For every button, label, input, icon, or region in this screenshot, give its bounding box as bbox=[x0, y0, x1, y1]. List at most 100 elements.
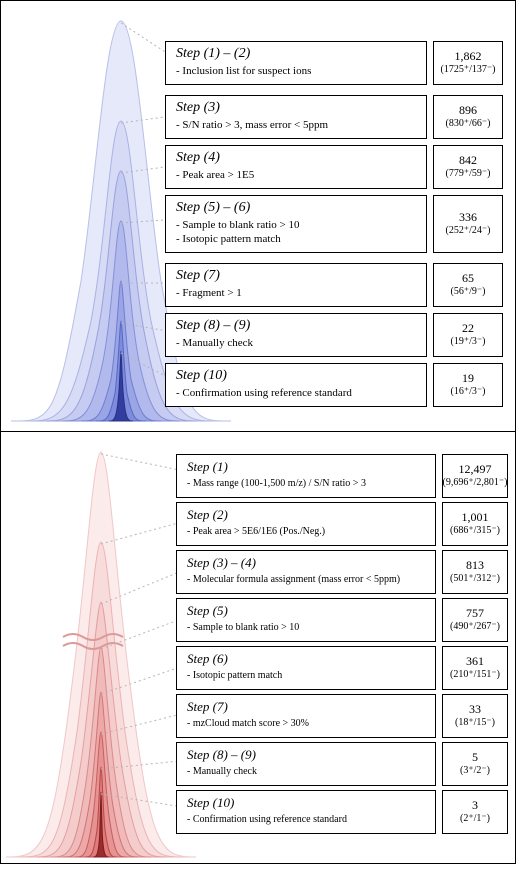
count-total: 3 bbox=[472, 799, 478, 812]
step-title: Step (1) bbox=[187, 459, 425, 475]
step-desc: - S/N ratio > 3, mass error < 5ppm bbox=[176, 118, 416, 132]
step-row-bot-4: Step (5) - Sample to blank ratio > 10 75… bbox=[176, 598, 508, 642]
count-total: 19 bbox=[462, 372, 474, 385]
count-split: (2⁺/1⁻) bbox=[460, 812, 490, 825]
count-total: 22 bbox=[462, 322, 474, 335]
step-box: Step (7) - mzCloud match score > 30% bbox=[176, 694, 436, 738]
step-row-top-4: Step (5) – (6) - Sample to blank ratio >… bbox=[165, 195, 503, 253]
count-split: (686⁺/315⁻) bbox=[450, 524, 500, 537]
step-box: Step (3) - S/N ratio > 3, mass error < 5… bbox=[165, 95, 427, 139]
step-row-top-7: Step (10) - Confirmation using reference… bbox=[165, 363, 503, 407]
step-row-top-1: Step (1) – (2) - Inclusion list for susp… bbox=[165, 41, 503, 85]
count-total: 1,862 bbox=[455, 50, 482, 63]
step-row-bot-3: Step (3) – (4) - Molecular formula assig… bbox=[176, 550, 508, 594]
step-row-bot-8: Step (10) - Confirmation using reference… bbox=[176, 790, 508, 834]
step-title: Step (10) bbox=[187, 795, 425, 811]
count-box: 842 (779⁺/59⁻) bbox=[433, 145, 503, 189]
step-row-top-2: Step (3) - S/N ratio > 3, mass error < 5… bbox=[165, 95, 503, 139]
count-box: 12,497 (9,696⁺/2,801⁻) bbox=[442, 454, 508, 498]
step-desc: - mzCloud match score > 30% bbox=[187, 717, 425, 731]
count-total: 12,497 bbox=[459, 463, 492, 476]
count-total: 813 bbox=[466, 559, 484, 572]
count-split: (16⁺/3⁻) bbox=[451, 385, 486, 398]
count-total: 5 bbox=[472, 751, 478, 764]
count-box: 65 (56⁺/9⁻) bbox=[433, 263, 503, 307]
count-split: (9,696⁺/2,801⁻) bbox=[443, 476, 508, 489]
count-box: 5 (3⁺/2⁻) bbox=[442, 742, 508, 786]
step-title: Step (3) – (4) bbox=[187, 555, 425, 571]
step-title: Step (8) – (9) bbox=[176, 318, 416, 334]
count-split: (1725⁺/137⁻) bbox=[441, 63, 496, 76]
step-row-bot-2: Step (2) - Peak area > 5E6/1E6 (Pos./Neg… bbox=[176, 502, 508, 546]
step-title: Step (6) bbox=[187, 651, 425, 667]
step-desc: - Peak area > 1E5 bbox=[176, 168, 416, 182]
count-split: (252⁺/24⁻) bbox=[446, 224, 491, 237]
count-box: 813 (501⁺/312⁻) bbox=[442, 550, 508, 594]
count-box: 896 (830⁺/66⁻) bbox=[433, 95, 503, 139]
step-row-bot-6: Step (7) - mzCloud match score > 30% 33 … bbox=[176, 694, 508, 738]
count-split: (779⁺/59⁻) bbox=[446, 167, 491, 180]
count-split: (3⁺/2⁻) bbox=[460, 764, 490, 777]
step-box: Step (3) – (4) - Molecular formula assig… bbox=[176, 550, 436, 594]
count-total: 896 bbox=[459, 104, 477, 117]
panel-top: Step (1) – (2) - Inclusion list for susp… bbox=[0, 0, 516, 432]
step-title: Step (10) bbox=[176, 368, 416, 384]
count-split: (18⁺/15⁻) bbox=[455, 716, 495, 729]
count-box: 1,862 (1725⁺/137⁻) bbox=[433, 41, 503, 85]
count-total: 33 bbox=[469, 703, 481, 716]
step-desc: - Peak area > 5E6/1E6 (Pos./Neg.) bbox=[187, 525, 425, 539]
step-box: Step (8) – (9) - Manually check bbox=[176, 742, 436, 786]
step-title: Step (7) bbox=[176, 268, 416, 284]
count-total: 336 bbox=[459, 211, 477, 224]
count-total: 757 bbox=[466, 607, 484, 620]
panel-bottom: Step (1) - Mass range (100-1,500 m/z) / … bbox=[0, 431, 516, 864]
step-title: Step (8) – (9) bbox=[187, 747, 425, 763]
step-box: Step (2) - Peak area > 5E6/1E6 (Pos./Neg… bbox=[176, 502, 436, 546]
count-box: 757 (490⁺/267⁻) bbox=[442, 598, 508, 642]
count-split: (490⁺/267⁻) bbox=[450, 620, 500, 633]
step-box: Step (8) – (9) - Manually check bbox=[165, 313, 427, 357]
count-box: 19 (16⁺/3⁻) bbox=[433, 363, 503, 407]
count-total: 1,001 bbox=[462, 511, 489, 524]
count-box: 336 (252⁺/24⁻) bbox=[433, 195, 503, 253]
step-title: Step (5) bbox=[187, 603, 425, 619]
step-box: Step (4) - Peak area > 1E5 bbox=[165, 145, 427, 189]
count-box: 33 (18⁺/15⁻) bbox=[442, 694, 508, 738]
step-box: Step (5) - Sample to blank ratio > 10 bbox=[176, 598, 436, 642]
step-row-bot-1: Step (1) - Mass range (100-1,500 m/z) / … bbox=[176, 454, 508, 498]
count-box: 361 (210⁺/151⁻) bbox=[442, 646, 508, 690]
count-split: (210⁺/151⁻) bbox=[450, 668, 500, 681]
step-desc: - Sample to blank ratio > 10- Isotopic p… bbox=[176, 218, 416, 246]
count-total: 361 bbox=[466, 655, 484, 668]
step-box: Step (1) - Mass range (100-1,500 m/z) / … bbox=[176, 454, 436, 498]
count-split: (501⁺/312⁻) bbox=[450, 572, 500, 585]
step-desc: - Fragment > 1 bbox=[176, 286, 416, 300]
step-title: Step (3) bbox=[176, 100, 416, 116]
step-box: Step (7) - Fragment > 1 bbox=[165, 263, 427, 307]
step-desc: - Confirmation using reference standard bbox=[187, 813, 425, 827]
step-title: Step (5) – (6) bbox=[176, 200, 416, 216]
step-box: Step (6) - Isotopic pattern match bbox=[176, 646, 436, 690]
step-desc: - Confirmation using reference standard bbox=[176, 386, 416, 400]
step-desc: - Isotopic pattern match bbox=[187, 669, 425, 683]
step-box: Step (5) – (6) - Sample to blank ratio >… bbox=[165, 195, 427, 253]
count-total: 65 bbox=[462, 272, 474, 285]
step-row-bot-7: Step (8) – (9) - Manually check 5 (3⁺/2⁻… bbox=[176, 742, 508, 786]
count-split: (19⁺/3⁻) bbox=[451, 335, 486, 348]
count-total: 842 bbox=[459, 154, 477, 167]
count-split: (56⁺/9⁻) bbox=[451, 285, 486, 298]
step-box: Step (10) - Confirmation using reference… bbox=[165, 363, 427, 407]
count-box: 22 (19⁺/3⁻) bbox=[433, 313, 503, 357]
step-box: Step (1) – (2) - Inclusion list for susp… bbox=[165, 41, 427, 85]
step-row-top-5: Step (7) - Fragment > 1 65 (56⁺/9⁻) bbox=[165, 263, 503, 307]
step-row-bot-5: Step (6) - Isotopic pattern match 361 (2… bbox=[176, 646, 508, 690]
step-row-top-6: Step (8) – (9) - Manually check 22 (19⁺/… bbox=[165, 313, 503, 357]
step-desc: - Sample to blank ratio > 10 bbox=[187, 621, 425, 635]
step-title: Step (7) bbox=[187, 699, 425, 715]
step-title: Step (2) bbox=[187, 507, 425, 523]
count-box: 1,001 (686⁺/315⁻) bbox=[442, 502, 508, 546]
step-desc: - Molecular formula assignment (mass err… bbox=[187, 573, 425, 587]
step-desc: - Manually check bbox=[187, 765, 425, 779]
count-split: (830⁺/66⁻) bbox=[446, 117, 491, 130]
step-desc: - Inclusion list for suspect ions bbox=[176, 64, 416, 78]
